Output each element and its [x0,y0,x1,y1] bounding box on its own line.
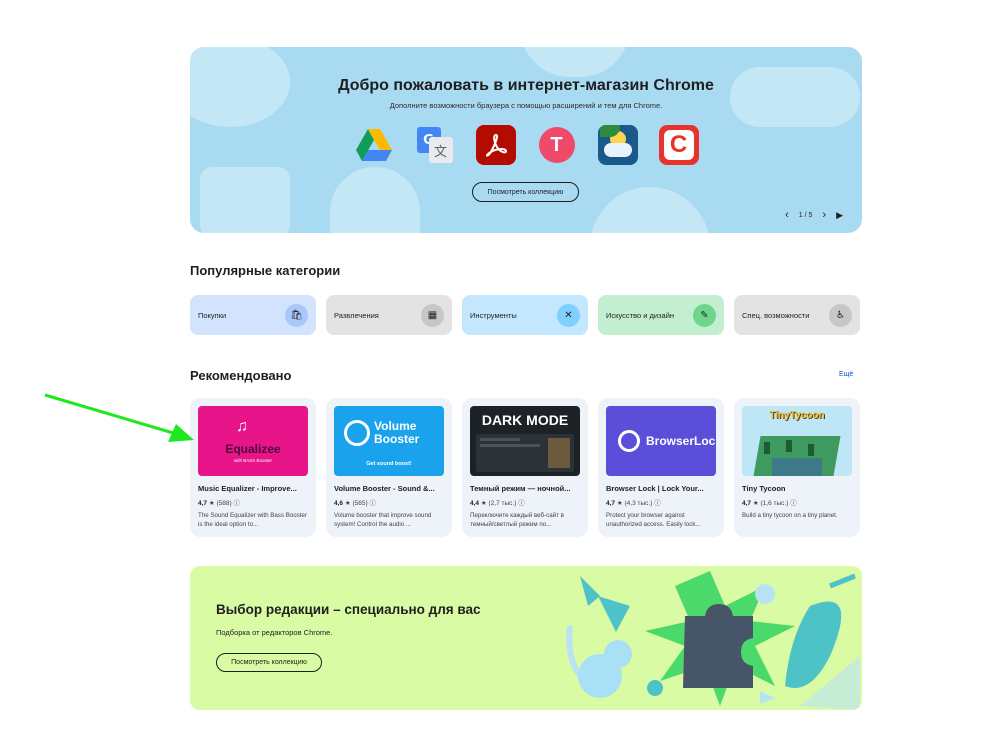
shopping-bag-icon: 🛍 [285,303,308,327]
extension-description: Переключите каждый веб-сайт в темный/све… [470,512,564,528]
decorative-blob [520,47,630,77]
star-icon: ★ [616,500,623,507]
thumbnail-subtitle: Get sound boost! [366,461,412,467]
hero-title: Добро пожаловать в интернет-магазин Chro… [338,77,714,94]
accessibility-icon: ♿ [829,303,852,327]
thumbnail-title: Equalizee [225,442,281,456]
decorative-blob [330,167,420,233]
category-shopping[interactable]: Покупки 🛍 [190,295,316,335]
featured-extension-icons: G 文 T C [190,125,862,165]
pencil-icon: ✎ [693,303,716,327]
welcome-banner: Добро пожаловать в интернет-магазин Chro… [190,47,862,233]
extension-card-tiny-tycoon[interactable]: TinyTycoon Tiny Tycoon 4,7 ★ (1,6 тыс.) … [734,398,860,537]
thumbnail-title: DARK MODE [481,412,569,428]
editors-pick-button[interactable]: Посмотреть коллекцию [216,653,322,672]
info-icon: ⓘ [654,500,661,507]
extension-description: Build a tiny tycoon on a tiny planet. [742,512,838,519]
star-icon: ★ [208,500,215,507]
chevron-left-icon[interactable]: ‹ [785,210,789,221]
category-tools[interactable]: Инструменты ✕ [462,295,588,335]
extension-description: The Sound Equalizer with Bass Booster is… [198,512,308,528]
category-accessibility[interactable]: Спец. возможности ♿ [734,295,860,335]
extension-title: Browser Lock | Lock Your... [606,484,704,493]
editors-pick-banner: Выбор редакции – специально для вас Подб… [190,566,862,710]
decorative-blob [730,67,860,127]
extension-title: Music Equalizer - Improve... [198,484,297,493]
weather-icon[interactable] [597,125,638,165]
category-entertainment[interactable]: Развлечения ▦ [326,295,452,335]
extension-thumbnail: TinyTycoon [742,406,852,476]
extension-description: Volume booster that improve sound system… [334,512,432,528]
extension-rating: 4,6 ★ (565) ⓘ [334,500,377,507]
extension-card-browser-lock[interactable]: BrowserLock Browser Lock | Lock Your... … [598,398,724,537]
editors-pick-subtitle: Подборка от редакторов Chrome. [216,628,333,637]
hero-subtitle: Дополните возможности браузера с помощью… [389,101,663,110]
adobe-acrobat-icon[interactable] [475,125,516,165]
star-icon: ★ [480,500,487,507]
editors-pick-title: Выбор редакции – специально для вас [216,602,481,617]
extension-rating: 4,7 ★ (1,6 тыс.) ⓘ [742,500,797,507]
recommended-list: ♫ Equalizee with BASS Booster Music Equa… [190,398,860,537]
t-app-icon[interactable]: T [537,125,577,165]
extension-card-dark-mode[interactable]: DARK MODE Темный режим — ночной... 4,4 ★… [462,398,588,537]
play-icon[interactable]: ▶ [836,211,843,220]
carousel-page-indicator: 1 / 5 [798,212,813,219]
more-link[interactable]: Ещё [839,371,853,378]
calendar-icon: ▦ [421,303,444,327]
info-icon: ⓘ [233,500,241,507]
google-translate-icon[interactable]: G 文 [415,125,455,165]
thumbnail-title: Volume Booster [374,419,420,446]
extension-title: Tiny Tycoon [742,484,786,493]
shield-icon [618,430,640,452]
extension-card-volume-booster[interactable]: Volume Booster Get sound boost! Volume B… [326,398,452,537]
popular-categories-title: Популярные категории [190,263,341,278]
view-collection-button[interactable]: Посмотреть коллекцию [472,182,579,202]
info-icon: ⓘ [790,500,797,507]
info-icon: ⓘ [369,500,377,507]
decorative-blob [590,187,710,233]
sound-wave-icon [344,420,370,446]
google-drive-icon[interactable] [354,125,394,165]
category-label: Инструменты [470,310,517,320]
c-app-icon[interactable]: C [658,125,699,165]
category-label: Спец. возможности [742,310,810,320]
extension-description: Protect your browser against unauthorize… [606,512,701,528]
categories-list: Покупки 🛍 Развлечения ▦ Инструменты ✕ Ис… [190,295,860,335]
category-label: Искусство и дизайн [606,310,675,320]
extension-card-music-equalizer[interactable]: ♫ Equalizee with BASS Booster Music Equa… [190,398,316,537]
extension-rating: 4,4 ★ (2,7 тыс.) ⓘ [470,500,525,507]
carousel-controls: ‹ 1 / 5 › ▶ [785,210,843,221]
annotation-arrow [44,393,194,442]
extension-title: Темный режим — ночной... [470,484,571,493]
extension-rating: 4,7 ★ (4,3 тыс.) ⓘ [606,500,661,507]
extension-thumbnail: Volume Booster Get sound boost! [334,406,444,476]
tools-icon: ✕ [557,303,580,327]
extension-rating: 4,7 ★ (588) ⓘ [198,500,241,507]
category-art-design[interactable]: Искусство и дизайн ✎ [598,295,724,335]
star-icon: ★ [344,500,351,507]
puzzle-illustration [566,571,860,710]
extension-thumbnail: DARK MODE [470,406,580,476]
recommended-title: Рекомендовано [190,368,292,383]
thumbnail-subtitle: with BASS Booster [233,458,273,463]
extension-title: Volume Booster - Sound &... [334,484,435,493]
music-note-icon: ♫ [236,418,248,435]
extension-thumbnail: BrowserLock [606,406,716,476]
extension-thumbnail: ♫ Equalizee with BASS Booster [198,406,308,476]
star-icon: ★ [752,500,759,507]
chevron-right-icon[interactable]: › [822,210,826,221]
thumbnail-title: TinyTycoon [769,410,825,421]
info-icon: ⓘ [518,500,525,507]
category-label: Покупки [198,310,227,320]
category-label: Развлечения [334,310,379,320]
decorative-blob [200,167,290,233]
thumbnail-title: BrowserLock [646,434,716,448]
